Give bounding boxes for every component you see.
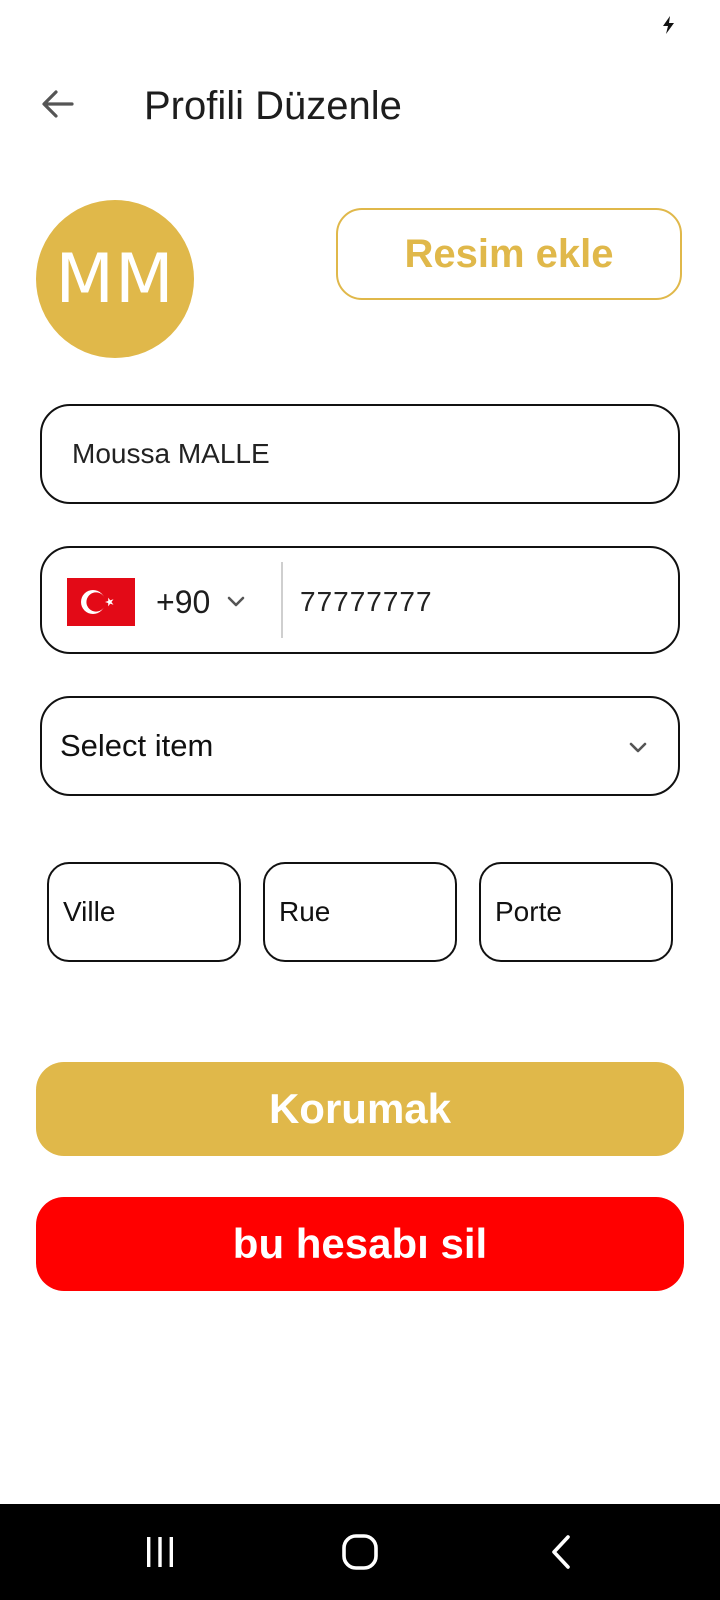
charging-icon xyxy=(663,16,674,34)
country-code[interactable]: +90 xyxy=(156,576,210,628)
chevron-down-icon xyxy=(629,742,647,753)
select-value: Select item xyxy=(60,728,214,763)
name-value: Moussa MALLE xyxy=(72,438,270,469)
add-photo-button[interactable]: Resim ekle xyxy=(336,208,682,300)
name-field[interactable]: Moussa MALLE xyxy=(40,404,680,504)
home-button[interactable] xyxy=(330,1528,390,1576)
edit-profile-screen: Profili Düzenle MM Resim ekle Moussa MAL… xyxy=(0,0,720,1600)
save-button[interactable]: Korumak xyxy=(36,1062,684,1156)
delete-account-button[interactable]: bu hesabı sil xyxy=(36,1197,684,1291)
system-nav-bar xyxy=(0,1504,720,1600)
back-button[interactable] xyxy=(34,80,82,128)
rue-input[interactable]: Rue xyxy=(263,862,457,962)
page-title: Profili Düzenle xyxy=(144,84,402,128)
ville-input[interactable]: Ville xyxy=(47,862,241,962)
chevron-down-icon[interactable] xyxy=(222,588,250,616)
item-select[interactable]: Select item xyxy=(40,696,680,796)
phone-divider xyxy=(281,562,283,638)
status-bar xyxy=(0,0,720,50)
phone-field: +90 77777777 xyxy=(40,546,680,654)
avatar[interactable]: MM xyxy=(36,200,194,358)
system-back-button[interactable] xyxy=(532,1528,592,1576)
phone-number-input[interactable]: 77777777 xyxy=(300,576,433,628)
recents-button[interactable] xyxy=(130,1528,190,1576)
back-chevron-icon xyxy=(552,1535,570,1569)
arrow-left-icon xyxy=(42,90,74,118)
home-icon xyxy=(342,1534,378,1570)
avatar-initials: MM xyxy=(55,239,175,319)
porte-input[interactable]: Porte xyxy=(479,862,673,962)
recents-icon xyxy=(147,1537,173,1567)
turkey-flag-icon[interactable] xyxy=(67,578,135,626)
